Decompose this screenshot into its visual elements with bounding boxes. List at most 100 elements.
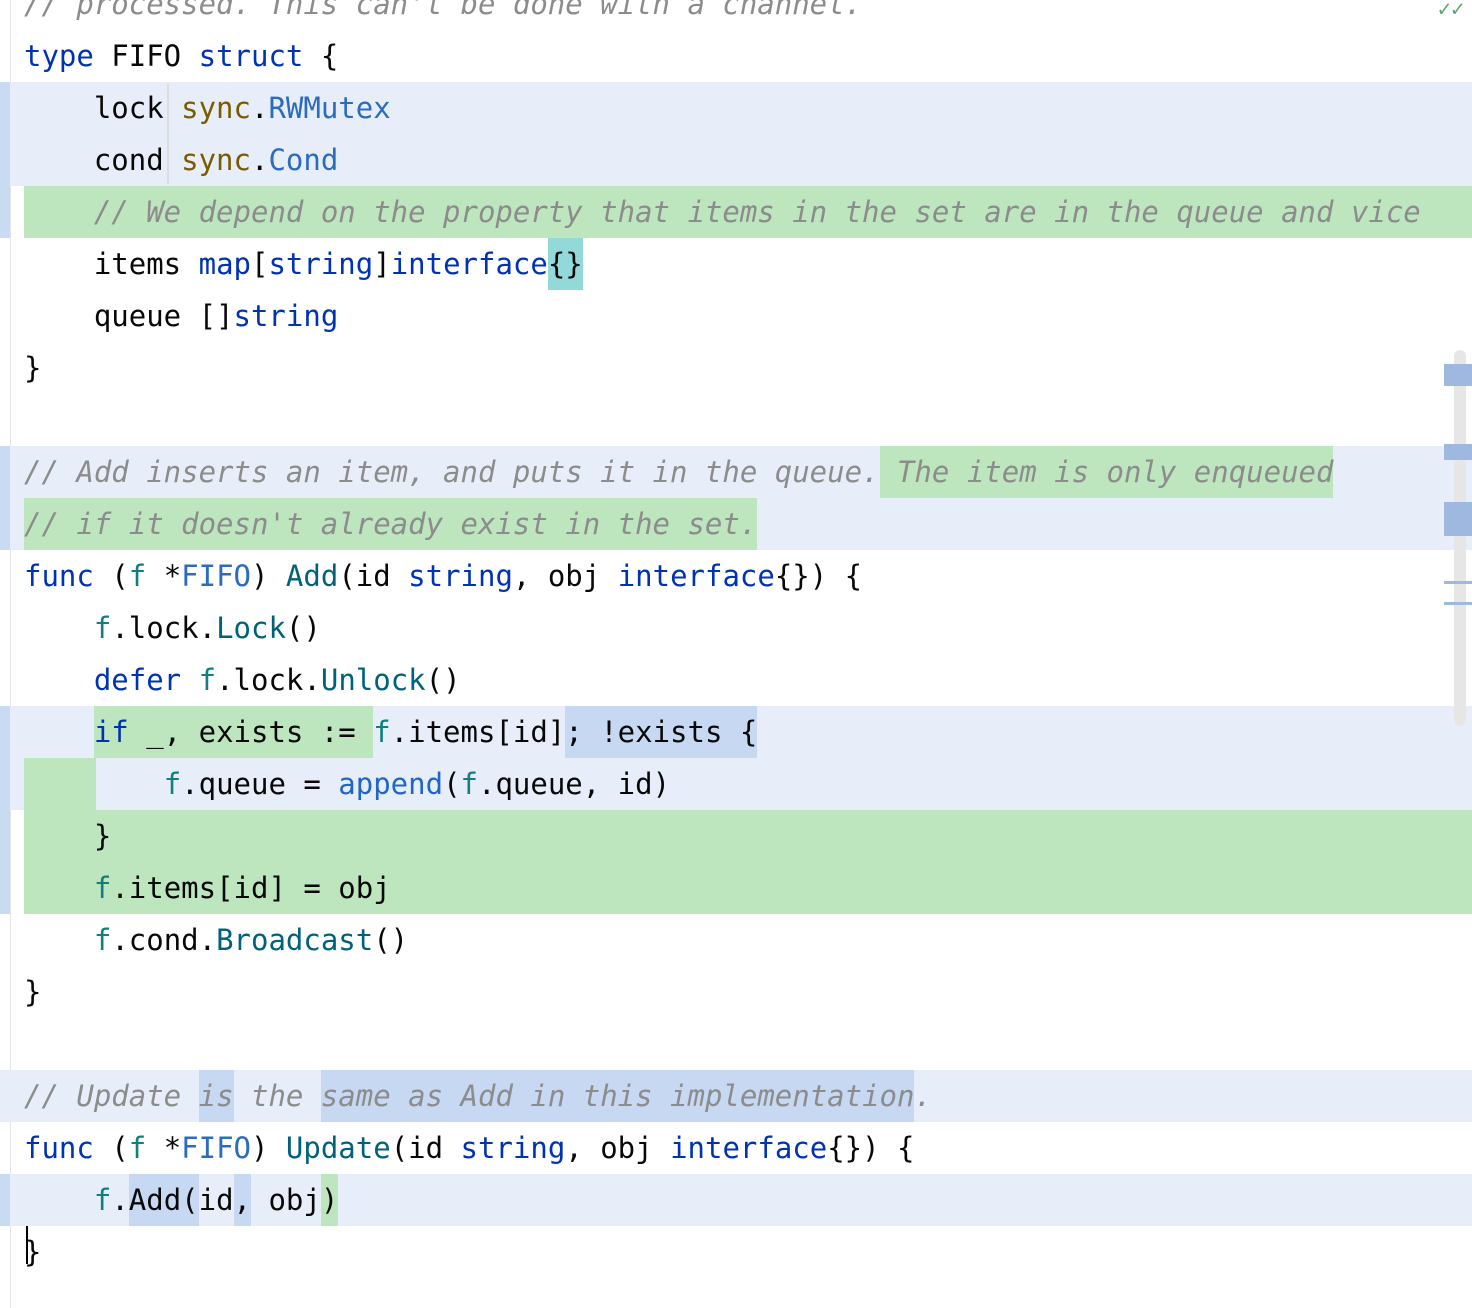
code-line[interactable]: queue []string — [0, 290, 1472, 342]
change-marker[interactable] — [0, 862, 10, 914]
code-token: . — [111, 1183, 129, 1217]
scroll-marker[interactable] — [1444, 602, 1472, 605]
code-token: string — [460, 1131, 566, 1165]
code-token: ( — [443, 767, 461, 801]
code-line[interactable]: } — [0, 342, 1472, 394]
change-marker[interactable] — [0, 186, 10, 238]
code-text: defer f.lock.Unlock() — [24, 654, 461, 706]
code-token: // We depend on the property that items … — [93, 195, 1421, 229]
code-token: ; !exists { — [565, 706, 758, 758]
code-line[interactable]: lock sync.RWMutex — [0, 82, 1472, 134]
code-line[interactable]: if _, exists := f.items[id]; !exists { — [0, 706, 1472, 758]
code-token: defer — [93, 663, 182, 697]
code-token: f — [460, 767, 478, 801]
code-line[interactable] — [0, 1018, 1472, 1070]
code-token: ( — [93, 1131, 129, 1165]
scroll-marker[interactable] — [1444, 364, 1472, 386]
code-token: .queue = — [181, 767, 339, 801]
code-token: // Update — [24, 1079, 199, 1113]
code-text: f.Add(id, obj) — [24, 1174, 339, 1226]
code-token: Lock — [216, 611, 286, 645]
code-line[interactable]: } — [0, 966, 1472, 1018]
code-line[interactable]: // if it doesn't already exist in the se… — [0, 498, 1472, 550]
code-text: // if it doesn't already exist in the se… — [24, 498, 758, 550]
code-token: f — [163, 767, 182, 801]
code-text: func (f *FIFO) Add(id string, obj interf… — [24, 550, 862, 602]
change-marker[interactable] — [0, 446, 10, 498]
code-token: interface — [670, 1131, 828, 1165]
struct-field-alignment-guide — [167, 84, 169, 184]
code-token: .queue, id) — [478, 767, 671, 801]
code-line[interactable] — [0, 394, 1472, 446]
code-text: // Add inserts an item, and puts it in t… — [24, 446, 1334, 498]
code-token: {}) { — [774, 559, 863, 593]
code-token: interface — [617, 559, 775, 593]
code-line[interactable]: f.items[id] = obj — [0, 862, 1472, 914]
code-token: f — [93, 871, 112, 905]
code-line[interactable]: } — [0, 810, 1472, 862]
code-token: Broadcast — [216, 923, 374, 957]
code-line[interactable]: f.queue = append(f.queue, id) — [0, 758, 1472, 810]
code-token: The item is only enqueued — [879, 446, 1334, 498]
code-text: // We depend on the property that items … — [24, 186, 1421, 238]
code-token: type — [24, 39, 94, 73]
change-marker[interactable] — [0, 82, 10, 134]
code-text: queue []string — [24, 290, 338, 342]
code-token: FIFO — [93, 39, 199, 73]
inspection-ok-icon[interactable]: ✓✓ — [1436, 0, 1466, 21]
code-line[interactable]: // Add inserts an item, and puts it in t… — [0, 446, 1472, 498]
code-token: FIFO — [181, 1131, 251, 1165]
change-marker[interactable] — [0, 134, 10, 186]
code-token: () — [425, 663, 461, 697]
code-token: (id — [390, 1131, 461, 1165]
code-text: // Update is the same as Add in this imp… — [24, 1070, 932, 1122]
code-token: [ — [251, 247, 269, 281]
code-line[interactable]: type FIFO struct { — [0, 30, 1472, 82]
code-text: type FIFO struct { — [24, 30, 338, 82]
code-text: f.queue = append(f.queue, id) — [24, 758, 670, 810]
change-marker[interactable] — [0, 706, 10, 758]
code-token: ) — [251, 559, 286, 593]
scroll-marker[interactable] — [1444, 581, 1472, 584]
code-token: Cond — [268, 143, 339, 177]
code-line[interactable]: cond sync.Cond — [0, 134, 1472, 186]
code-token: {} — [547, 238, 583, 290]
code-line[interactable]: // Update is the same as Add in this imp… — [0, 1070, 1472, 1122]
code-line[interactable]: items map[string]interface{} — [0, 238, 1472, 290]
code-text: } — [24, 342, 41, 394]
code-line[interactable]: func (f *FIFO) Update(id string, obj int… — [0, 1122, 1472, 1174]
change-marker[interactable] — [0, 810, 10, 862]
code-line[interactable]: func (f *FIFO) Add(id string, obj interf… — [0, 550, 1472, 602]
code-line[interactable]: defer f.lock.Unlock() — [0, 654, 1472, 706]
change-marker[interactable] — [0, 1174, 10, 1226]
code-token: f — [93, 923, 112, 957]
vertical-scrollbar[interactable] — [1454, 350, 1466, 726]
code-token: the — [233, 1079, 321, 1113]
code-editor[interactable]: // processed. This can't be done with a … — [0, 0, 1472, 1308]
code-token: . — [914, 1079, 932, 1113]
code-token: {}) { — [827, 1131, 915, 1165]
code-token: func — [24, 1131, 94, 1165]
code-token: id — [198, 1183, 234, 1217]
code-line[interactable]: } — [0, 1226, 1472, 1278]
code-token: same as Add in this implementation — [320, 1070, 915, 1122]
change-marker[interactable] — [0, 758, 10, 810]
change-marker[interactable] — [0, 498, 10, 550]
code-line[interactable]: // processed. This can't be done with a … — [0, 0, 1472, 30]
code-line[interactable]: f.Add(id, obj) — [0, 1174, 1472, 1226]
code-token: , — [233, 1174, 252, 1226]
code-token: { — [303, 39, 339, 73]
scroll-marker[interactable] — [1444, 444, 1472, 460]
code-token: * — [146, 1131, 182, 1165]
code-line[interactable]: f.cond.Broadcast() — [0, 914, 1472, 966]
code-token: } — [24, 819, 112, 853]
code-line[interactable]: f.lock.Lock() — [0, 602, 1472, 654]
scroll-marker[interactable] — [1444, 502, 1472, 536]
code-line[interactable]: // We depend on the property that items … — [0, 186, 1472, 238]
